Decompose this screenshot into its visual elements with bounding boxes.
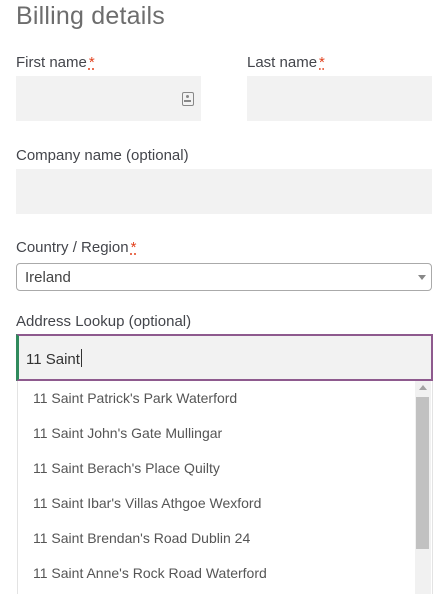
text-caret: [80, 349, 82, 367]
scroll-up-arrow-icon[interactable]: [419, 385, 427, 390]
country-label-text: Country / Region: [16, 239, 129, 256]
address-lookup-typed-text: 11 Saint: [26, 351, 80, 368]
address-suggestion[interactable]: 11 Saint John's Gate Mullingar: [18, 416, 432, 451]
last-name-label-text: Last name: [247, 54, 318, 71]
address-lookup-input[interactable]: 11 Saint: [16, 334, 433, 381]
company-field[interactable]: [16, 169, 432, 214]
country-label: Country / Region *: [16, 239, 136, 256]
country-select[interactable]: Ireland: [16, 263, 432, 291]
first-name-label-text: First name: [16, 54, 87, 71]
country-selected-value: Ireland: [25, 269, 71, 286]
required-mark: *: [130, 239, 137, 256]
address-lookup-label: Address Lookup (optional): [16, 313, 192, 330]
last-name-label: Last name *: [247, 54, 325, 71]
chevron-down-icon: [418, 275, 426, 280]
address-suggestion[interactable]: 11 Saint Brendan's Road Dublin 24: [18, 521, 432, 556]
company-label: Company name (optional): [16, 147, 189, 164]
dropdown-scrollbar[interactable]: [415, 381, 431, 594]
address-suggestion[interactable]: 11 Saint Anne's Rock Road Waterford: [18, 556, 432, 591]
last-name-field[interactable]: [247, 76, 432, 121]
address-lookup-value: 11 Saint: [26, 349, 82, 368]
required-mark: *: [319, 54, 325, 71]
address-suggestions-dropdown: 11 Saint Patrick's Park Waterford 11 Sai…: [17, 381, 433, 594]
first-name-field[interactable]: [16, 76, 201, 121]
address-suggestion[interactable]: 11 Saint Berach's Place Quilty: [18, 451, 432, 486]
billing-form: Billing details First name * Last name * C…: [0, 0, 448, 594]
section-title: Billing details: [16, 2, 165, 30]
contact-card-icon[interactable]: [182, 92, 194, 106]
address-suggestions-list: 11 Saint Patrick's Park Waterford 11 Sai…: [18, 381, 432, 591]
address-suggestion[interactable]: 11 Saint Patrick's Park Waterford: [18, 381, 432, 416]
required-mark: *: [88, 54, 95, 71]
address-suggestion[interactable]: 11 Saint Ibar's Villas Athgoe Wexford: [18, 486, 432, 521]
first-name-label: First name *: [16, 54, 95, 71]
scrollbar-thumb[interactable]: [416, 397, 429, 549]
